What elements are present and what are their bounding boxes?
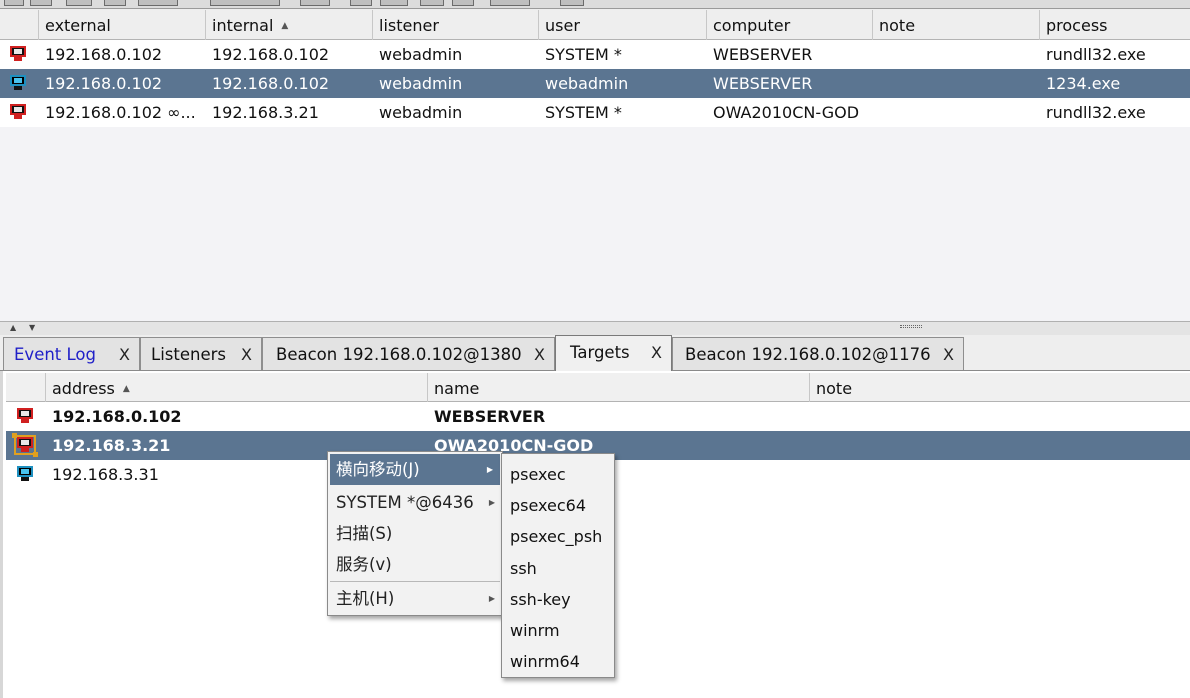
column-header-listener[interactable]: listener bbox=[373, 10, 539, 40]
tab-targets[interactable]: Targets X bbox=[555, 335, 672, 371]
session-row[interactable]: 192.168.0.102 192.168.0.102 webadmin web… bbox=[0, 69, 1190, 98]
red-monitor-icon bbox=[9, 104, 27, 120]
blue-monitor-icon bbox=[16, 466, 34, 482]
icon-column-header[interactable] bbox=[6, 373, 46, 402]
submenu-arrow-icon: ▶ bbox=[486, 465, 493, 474]
session-listener: webadmin bbox=[379, 103, 463, 122]
session-computer: WEBSERVER bbox=[713, 74, 813, 93]
menu-item-services[interactable]: 服务(v) bbox=[328, 549, 502, 580]
context-menu: 横向移动(J) ▶ SYSTEM *@6436 ▶ 扫描(S) 服务(v) 主机(H… bbox=[327, 451, 503, 616]
column-header-note[interactable]: note bbox=[873, 10, 1040, 40]
menu-item-lateral-movement[interactable]: 横向移动(J) ▶ bbox=[330, 454, 500, 485]
icon-column-header[interactable] bbox=[0, 10, 39, 40]
session-row[interactable]: 192.168.0.102 192.168.0.102 webadmin SYS… bbox=[0, 40, 1190, 69]
session-external: 192.168.0.102 bbox=[45, 45, 163, 64]
column-header-name[interactable]: name bbox=[428, 373, 810, 402]
submenu-item-psexec64[interactable]: psexec64 bbox=[502, 490, 614, 521]
column-header-computer[interactable]: computer bbox=[707, 10, 873, 40]
target-name: WEBSERVER bbox=[434, 407, 546, 426]
tab-bar: Event Log X Listeners X Beacon 192.168.0.1… bbox=[0, 335, 1190, 371]
submenu-item-psexec[interactable]: psexec bbox=[502, 459, 614, 490]
tab-beacon-1176[interactable]: Beacon 192.168.0.102@1176 X bbox=[672, 337, 964, 370]
session-internal: 192.168.0.102 bbox=[212, 74, 330, 93]
column-header-user[interactable]: user bbox=[539, 10, 707, 40]
panel-splitter[interactable]: ▲ ▼ bbox=[0, 321, 1190, 335]
red-monitor-icon bbox=[16, 408, 34, 424]
red-monitor-icon bbox=[12, 433, 38, 457]
menu-item-scan[interactable]: 扫描(S) bbox=[328, 518, 502, 549]
close-tab-icon[interactable]: X bbox=[241, 338, 252, 371]
session-process: 1234.exe bbox=[1046, 74, 1121, 93]
red-monitor-icon bbox=[9, 46, 27, 62]
collapse-down-arrow-icon[interactable]: ▼ bbox=[29, 323, 35, 332]
session-external: 192.168.0.102 ∞... bbox=[45, 103, 196, 122]
submenu-item-winrm64[interactable]: winrm64 bbox=[502, 646, 614, 677]
target-row[interactable]: 192.168.0.102 WEBSERVER bbox=[6, 402, 1190, 431]
session-process: rundll32.exe bbox=[1046, 45, 1146, 64]
target-note bbox=[810, 460, 1190, 489]
sessions-table-header: external internal ▲ listener user compute… bbox=[0, 10, 1190, 40]
submenu-arrow-icon: ▶ bbox=[488, 498, 495, 507]
column-header-note[interactable]: note bbox=[810, 373, 1190, 402]
toolbar-strip bbox=[0, 0, 1190, 9]
column-header-process[interactable]: process bbox=[1040, 10, 1190, 40]
session-user: SYSTEM * bbox=[545, 103, 622, 122]
submenu-item-psexec-psh[interactable]: psexec_psh bbox=[502, 521, 614, 552]
session-note bbox=[873, 40, 1040, 69]
targets-table-header: address ▲ name note bbox=[6, 373, 1190, 402]
session-external: 192.168.0.102 bbox=[45, 74, 163, 93]
submenu-item-ssh[interactable]: ssh bbox=[502, 553, 614, 584]
session-computer: OWA2010CN-GOD bbox=[713, 103, 860, 122]
close-tab-icon[interactable]: X bbox=[534, 338, 545, 371]
lateral-movement-submenu: psexec psexec64 psexec_psh ssh ssh-key w… bbox=[501, 453, 615, 678]
session-computer: WEBSERVER bbox=[713, 45, 813, 64]
tab-event-log[interactable]: Event Log X bbox=[3, 337, 140, 370]
target-note bbox=[810, 402, 1190, 431]
session-row[interactable]: 192.168.0.102 ∞... 192.168.3.21 webadmin… bbox=[0, 98, 1190, 127]
submenu-item-winrm[interactable]: winrm bbox=[502, 615, 614, 646]
session-internal: 192.168.0.102 bbox=[212, 45, 330, 64]
submenu-item-ssh-key[interactable]: ssh-key bbox=[502, 584, 614, 615]
session-listener: webadmin bbox=[379, 74, 463, 93]
column-header-internal[interactable]: internal ▲ bbox=[206, 10, 373, 40]
close-tab-icon[interactable]: X bbox=[651, 336, 662, 370]
submenu-arrow-icon: ▶ bbox=[488, 594, 495, 603]
session-user: SYSTEM * bbox=[545, 45, 622, 64]
session-listener: webadmin bbox=[379, 45, 463, 64]
menu-item-system-session[interactable]: SYSTEM *@6436 ▶ bbox=[328, 487, 502, 518]
target-address: 192.168.0.102 bbox=[52, 407, 182, 426]
session-internal: 192.168.3.21 bbox=[212, 103, 319, 122]
session-note bbox=[873, 69, 1040, 98]
target-note bbox=[810, 431, 1190, 460]
sort-ascending-icon: ▲ bbox=[281, 21, 289, 31]
collapse-up-arrow-icon[interactable]: ▲ bbox=[10, 323, 16, 332]
column-header-address[interactable]: address ▲ bbox=[46, 373, 428, 402]
splitter-grip-icon[interactable] bbox=[900, 325, 922, 328]
tab-listeners[interactable]: Listeners X bbox=[140, 337, 262, 370]
close-tab-icon[interactable]: X bbox=[943, 338, 954, 371]
blue-monitor-icon bbox=[9, 75, 27, 91]
column-header-external[interactable]: external bbox=[39, 10, 206, 40]
sort-ascending-icon: ▲ bbox=[122, 384, 130, 394]
close-tab-icon[interactable]: X bbox=[119, 338, 130, 371]
session-user: webadmin bbox=[545, 74, 629, 93]
session-process: rundll32.exe bbox=[1046, 103, 1146, 122]
menu-separator bbox=[330, 581, 500, 582]
sessions-table: external internal ▲ listener user compute… bbox=[0, 10, 1190, 321]
tab-beacon-1380[interactable]: Beacon 192.168.0.102@1380 X bbox=[262, 337, 555, 370]
menu-item-host[interactable]: 主机(H) ▶ bbox=[328, 583, 502, 614]
session-note bbox=[873, 98, 1040, 127]
